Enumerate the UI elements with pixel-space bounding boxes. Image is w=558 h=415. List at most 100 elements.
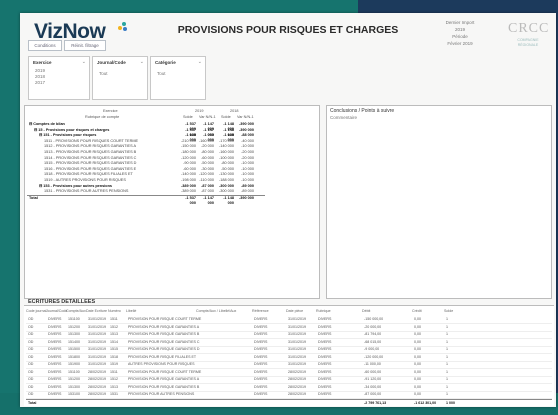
- pivot-col-group: 2019: [195, 109, 204, 113]
- details-total-row[interactable]: Total -2 799 761,13 -1 612 301,00 1 000: [26, 398, 552, 407]
- details-column-header[interactable]: Rubrique: [316, 309, 331, 313]
- crcc-sub-line: RÉGIONALE: [517, 42, 539, 47]
- table-cell: 28/02/2019: [88, 377, 106, 381]
- pivot-row[interactable]: 1519 - AUTRES PROVISIONS POUR RISQUES -19…: [27, 178, 265, 183]
- pivot-cell: -1 537 000: [185, 195, 196, 205]
- pivot-row-label: 1531 - PROVISIONS POUR AUTRES PENSIONS: [44, 189, 129, 194]
- pivot-cell: -40 000: [241, 138, 254, 143]
- table-cell: -91 120,00: [364, 377, 382, 381]
- filter-exercice[interactable]: Exercice ⌄ 2019 2018 2017: [28, 56, 90, 100]
- pivot-row[interactable]: ⊟ 151 - Provisions pour risques -1 148 00…: [27, 133, 265, 142]
- table-cell: 1: [446, 362, 448, 366]
- table-cell: 31/01/2019: [88, 354, 106, 359]
- table-cell: 28/02/2019: [88, 392, 106, 396]
- table-cell: 31/01/2019: [288, 354, 306, 359]
- meta-line: Dernier Import: [445, 20, 475, 25]
- table-cell: -87 000,00: [364, 392, 382, 396]
- filter-title: Journal/Code: [97, 60, 126, 65]
- table-cell: DIVERS: [318, 354, 332, 359]
- table-cell: -81 794,00: [364, 332, 382, 336]
- pivot-cell: -60 000: [183, 166, 196, 171]
- details-column-header[interactable]: Compte/Aux: [66, 309, 86, 313]
- pivot-row[interactable]: 1512 - PROVISIONS POUR RISQUES GARANTIES…: [27, 144, 265, 149]
- conclusions-text[interactable]: Commentaire: [330, 115, 357, 120]
- details-column-header[interactable]: Numéro: [108, 309, 121, 313]
- pivot-row-label: 1514 - PROVISIONS POUR RISQUES GARANTIES…: [44, 155, 137, 160]
- details-column-header[interactable]: Référence: [252, 309, 269, 313]
- pivot-col-group: 2018: [230, 109, 239, 113]
- pivot-row[interactable]: 1511 - PROVISIONS POUR RISQUES COURT TER…: [27, 139, 265, 144]
- table-cell: 151500: [68, 347, 80, 351]
- pivot-cell: -140 000: [219, 144, 234, 149]
- table-cell: DIVERS: [48, 324, 62, 329]
- chevron-down-icon[interactable]: ⌄: [198, 59, 202, 65]
- filter-categorie[interactable]: Catégorie ⌄ Tout: [150, 56, 206, 100]
- pivot-cell: -120 000: [181, 155, 196, 160]
- pivot-col-label: Var N/N-1: [237, 115, 254, 119]
- table-cell: OD: [28, 354, 34, 359]
- pivot-cell: -140 000: [181, 172, 196, 177]
- pivot-row[interactable]: ⊟ 15 - Provisions pour risques et charge…: [27, 128, 265, 137]
- pivot-row[interactable]: 1515 - PROVISIONS POUR RISQUES GARANTIES…: [27, 161, 265, 166]
- details-column-header[interactable]: Libellé: [126, 309, 136, 313]
- table-cell: 0,00: [414, 369, 421, 374]
- pivot-row[interactable]: ⊟ 153 - Provisions pour autres pensions -…: [27, 184, 265, 189]
- details-column-header[interactable]: Date pièce: [286, 309, 303, 313]
- table-cell: 31/01/2019: [88, 347, 106, 351]
- table-cell: DIVERS: [254, 347, 268, 351]
- table-cell: -34 000,00: [364, 384, 382, 389]
- details-column-header[interactable]: Code journal: [26, 309, 46, 313]
- pivot-cell: -170 000: [219, 138, 234, 143]
- table-cell: DIVERS: [318, 377, 332, 381]
- pivot-row-label: 1519 - AUTRES PROVISIONS POUR RISQUES: [44, 178, 126, 182]
- pivot-cell: -10 000: [241, 166, 254, 171]
- conclusions-panel[interactable]: Conclusions / Points à suivre Commentair…: [326, 105, 552, 299]
- conditions-button[interactable]: Conditions: [28, 40, 62, 51]
- pivot-cell: -87 000: [201, 183, 214, 188]
- details-column-header[interactable]: Date Ecriture: [86, 309, 107, 313]
- pivot-row[interactable]: 1513 - PROVISIONS POUR RISQUES GARANTIES…: [27, 150, 265, 155]
- table-cell: DIVERS: [254, 392, 268, 396]
- pivot-row[interactable]: ⊟ Comptes de bilan -1 537 000 -1 147 000 -1…: [27, 122, 265, 131]
- pivot-row-label: ⊟ Comptes de bilan: [29, 122, 65, 126]
- table-cell: OD: [28, 317, 34, 321]
- pivot-cell: -110 000: [199, 178, 214, 182]
- reset-filter-button[interactable]: Réinit. filtrage: [64, 40, 106, 51]
- details-column-header[interactable]: Débit: [362, 309, 370, 313]
- pivot-row[interactable]: 1514 - PROVISIONS POUR RISQUES GARANTIES…: [27, 156, 265, 161]
- chevron-down-icon[interactable]: ⌄: [140, 59, 144, 65]
- table-cell: 153100: [68, 392, 80, 396]
- pivot-cell: -20 000: [201, 144, 214, 149]
- table-cell: DIVERS: [254, 339, 268, 344]
- table-cell: 151200: [68, 324, 80, 329]
- details-column-header[interactable]: Solde: [444, 309, 453, 313]
- table-cell: 1: [446, 332, 448, 336]
- details-column-header[interactable]: Journal/Code: [46, 309, 67, 313]
- pivot-row[interactable]: 1516 - PROVISIONS POUR RISQUES GARANTIES…: [27, 167, 265, 172]
- pivot-row[interactable]: 1531 - PROVISIONS POUR AUTRES PENSIONS -3…: [27, 189, 265, 194]
- table-cell: 0,00: [414, 384, 421, 389]
- table-cell: OD: [28, 347, 34, 351]
- filter-journal[interactable]: Journal/Code ⌄ Tout: [92, 56, 148, 100]
- pivot-cell: -80 000: [201, 150, 214, 154]
- table-cell: 28/02/2019: [288, 377, 306, 381]
- filter-option[interactable]: 2018: [35, 74, 45, 79]
- filter-option[interactable]: Tout: [157, 71, 166, 76]
- pivot-row-label: 1516 - PROVISIONS POUR RISQUES GARANTIES…: [44, 166, 137, 171]
- filter-option[interactable]: Tout: [99, 71, 108, 76]
- meta-line: Février 2019: [447, 41, 473, 46]
- filter-option[interactable]: 2017: [35, 80, 45, 85]
- pivot-cell: -60 000: [201, 155, 214, 160]
- meta-line: 2019: [454, 27, 465, 32]
- details-column-header[interactable]: Crédit: [412, 309, 422, 313]
- table-cell: 31/01/2019: [88, 317, 106, 321]
- pivot-total-row[interactable]: Total -1 537 000 -1 147 000 -1 148 000 -390 …: [27, 194, 265, 205]
- pivot-cell: -300 000: [219, 183, 234, 188]
- table-cell: OD: [28, 384, 34, 389]
- details-column-header[interactable]: Compte/Aux / Libellé/Aux: [196, 309, 236, 313]
- pivot-row[interactable]: 1518 - PROVISIONS POUR RISQUES FILIALES …: [27, 172, 265, 177]
- chevron-down-icon[interactable]: ⌄: [82, 59, 86, 65]
- filter-option[interactable]: 2019: [35, 68, 45, 73]
- table-cell: -9 000,00: [364, 347, 380, 351]
- table-cell: DIVERS: [318, 317, 332, 321]
